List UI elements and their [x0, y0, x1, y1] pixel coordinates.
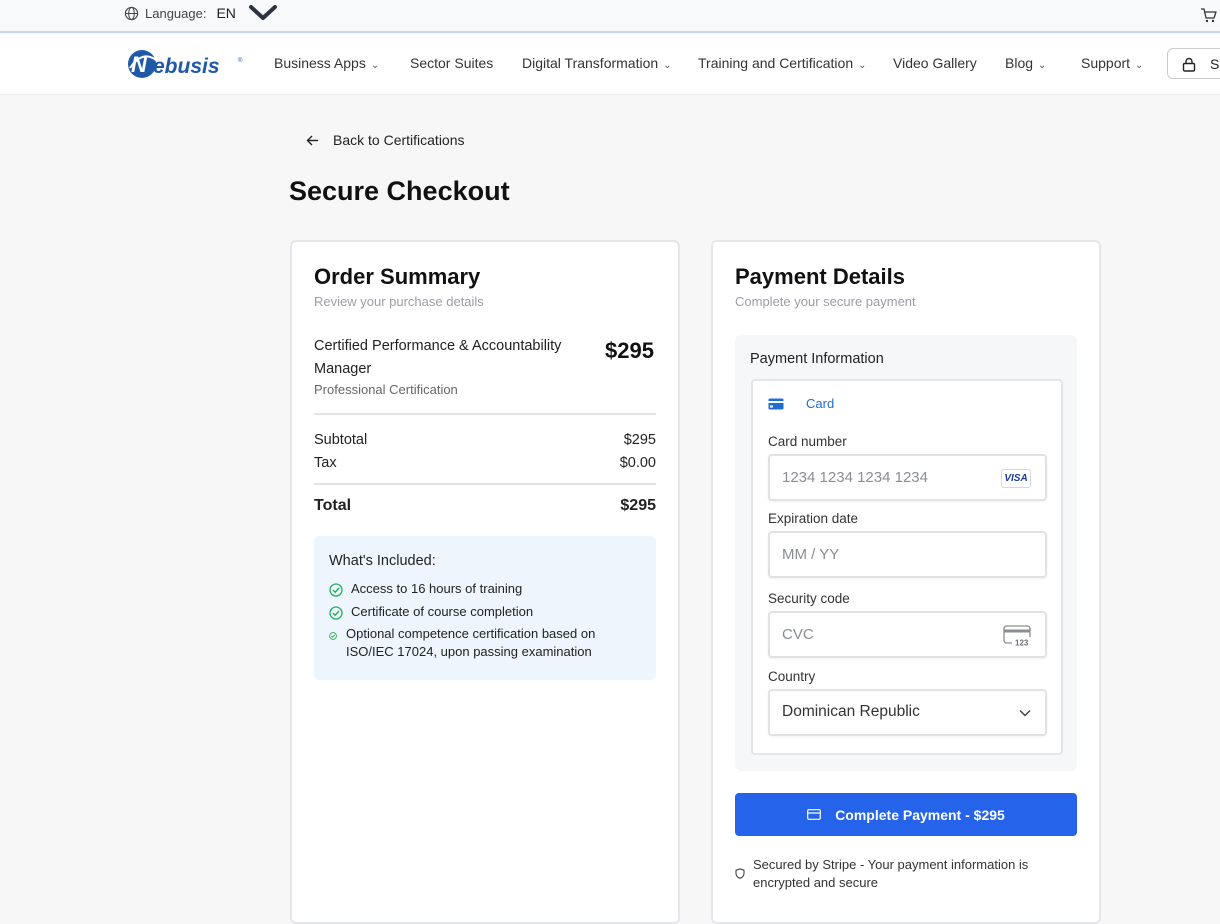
stripe-payment-element: Card Card number 1234 1234 1234 1234 VIS…: [751, 379, 1063, 755]
included-item: Certificate of course completion: [329, 603, 533, 621]
arrow-left-icon: [306, 135, 318, 145]
subtotal-label: Subtotal: [314, 432, 368, 448]
included-item-text: Access to 16 hours of training: [351, 581, 523, 596]
language-code[interactable]: EN: [216, 5, 235, 21]
main-navigation: N ebusis ® Business Apps ⌄ Sector Suites …: [0, 34, 1220, 95]
nav-label: Digital Transformation: [522, 55, 659, 71]
sign-in-button[interactable]: S: [1167, 48, 1220, 79]
cvc-hint-text: 123: [1015, 639, 1029, 648]
nav-label: Support: [1081, 55, 1131, 71]
total-label: Total: [314, 497, 352, 514]
chevron-down-icon: [1019, 709, 1031, 717]
included-item: Access to 16 hours of training: [329, 580, 522, 598]
cvc-placeholder: CVC: [782, 626, 814, 643]
complete-payment-label: Complete Payment - $295: [835, 806, 1005, 823]
subtotal-value: $295: [623, 432, 656, 448]
back-label: Back to Certifications: [333, 132, 465, 148]
security-code-input[interactable]: CVC 123: [768, 611, 1047, 658]
cvc-card-icon: 123: [1003, 625, 1033, 647]
order-summary-card: Order Summary Review your purchase detai…: [290, 240, 680, 924]
whats-included-title: What's Included:: [329, 553, 436, 569]
secure-note: Secured by Stripe - Your payment informa…: [735, 856, 1065, 892]
tax-value: $0.00: [619, 455, 656, 471]
nav-digital-transformation[interactable]: Digital Transformation ⌄: [522, 55, 672, 71]
included-item: Optional competence certification based …: [329, 625, 629, 661]
nav-label: Blog: [1005, 55, 1034, 71]
chevron-down-icon: ⌄: [1038, 60, 1047, 71]
divider: [314, 483, 656, 485]
nav-label: Business Apps: [274, 55, 366, 71]
secure-note-text: Secured by Stripe - Your payment informa…: [753, 857, 1029, 890]
nebusis-logo[interactable]: N ebusis ®: [126, 48, 246, 80]
language-label: Language:: [145, 5, 207, 21]
nav-business-apps[interactable]: Business Apps ⌄: [274, 55, 379, 71]
cart-icon[interactable]: [1200, 7, 1217, 23]
country-select[interactable]: Dominican Republic: [768, 689, 1047, 736]
page-title: Secure Checkout: [289, 176, 510, 206]
total-row: Total $295: [314, 497, 656, 515]
expiry-placeholder: MM / YY: [782, 546, 840, 563]
product-name: Certified Performance & Accountability M…: [314, 338, 562, 377]
credit-card-icon: [807, 809, 822, 820]
tax-label: Tax: [314, 455, 337, 471]
country-label: Country: [768, 669, 816, 684]
divider: [314, 413, 656, 415]
back-to-certifications-link[interactable]: Back to Certifications: [306, 132, 465, 148]
card-number-placeholder: 1234 1234 1234 1234: [782, 469, 928, 486]
order-summary-subtitle: Review your purchase details: [314, 294, 484, 309]
expiry-input[interactable]: MM / YY: [768, 531, 1047, 578]
payment-information-label: Payment Information: [750, 351, 884, 367]
lock-icon: [1182, 57, 1196, 72]
card-tab-label: Card: [806, 396, 835, 411]
card-number-input[interactable]: 1234 1234 1234 1234 VISA: [768, 454, 1047, 501]
whats-included-box: What's Included: Access to 16 hours of t…: [314, 536, 656, 680]
chevron-down-icon: ⌄: [370, 60, 380, 71]
visa-icon: VISA: [1001, 469, 1031, 488]
language-selector[interactable]: Language: EN: [124, 5, 278, 21]
payment-details-card: Payment Details Complete your secure pay…: [711, 240, 1101, 924]
nav-label: Training and Certification: [698, 55, 854, 71]
nav-support[interactable]: Support ⌄: [1081, 55, 1143, 71]
subtotal-row: Subtotal $295: [314, 432, 656, 448]
svg-text:N: N: [131, 52, 148, 77]
total-value: $295: [620, 497, 656, 514]
sign-in-label: S: [1210, 56, 1220, 72]
expiry-label: Expiration date: [768, 511, 859, 526]
included-item-text: Certificate of course completion: [351, 604, 534, 619]
chevron-down-icon: ⌄: [1135, 60, 1144, 71]
svg-text:®: ®: [238, 57, 243, 64]
check-circle-icon: [329, 583, 343, 597]
nav-label: Sector Suites: [410, 55, 494, 71]
payment-information-box: Payment Information Card Card number 123…: [735, 335, 1077, 771]
check-circle-icon: [329, 632, 337, 640]
nav-sector-suites[interactable]: Sector Suites: [410, 55, 493, 71]
svg-text:ebusis: ebusis: [153, 55, 220, 78]
product-price: $295: [605, 338, 654, 363]
card-tab[interactable]: Card: [768, 396, 834, 411]
card-number-label: Card number: [768, 434, 847, 449]
payment-details-title: Payment Details: [735, 264, 905, 289]
payment-details-subtitle: Complete your secure payment: [735, 294, 916, 309]
chevron-down-icon: ⌄: [663, 60, 672, 71]
product-type: Professional Certification: [314, 382, 458, 397]
tax-row: Tax $0.00: [314, 455, 656, 471]
included-item-text: Optional competence certification based …: [346, 626, 596, 659]
top-utility-bar: Language: EN: [0, 0, 1220, 33]
nav-label: Video Gallery: [893, 55, 977, 71]
order-summary-title: Order Summary: [314, 264, 481, 289]
nav-blog[interactable]: Blog ⌄: [1005, 55, 1046, 71]
credit-card-icon: [768, 398, 784, 409]
complete-payment-button[interactable]: Complete Payment - $295: [735, 793, 1077, 836]
chevron-down-icon[interactable]: [248, 5, 278, 21]
security-code-label: Security code: [768, 591, 850, 606]
globe-icon: [124, 6, 139, 20]
check-circle-icon: [329, 606, 343, 620]
nav-training-certification[interactable]: Training and Certification ⌄: [698, 55, 867, 71]
chevron-down-icon: ⌄: [858, 60, 867, 71]
nav-video-gallery[interactable]: Video Gallery: [893, 55, 977, 71]
country-value: Dominican Republic: [782, 703, 920, 720]
shield-icon: [735, 868, 745, 879]
